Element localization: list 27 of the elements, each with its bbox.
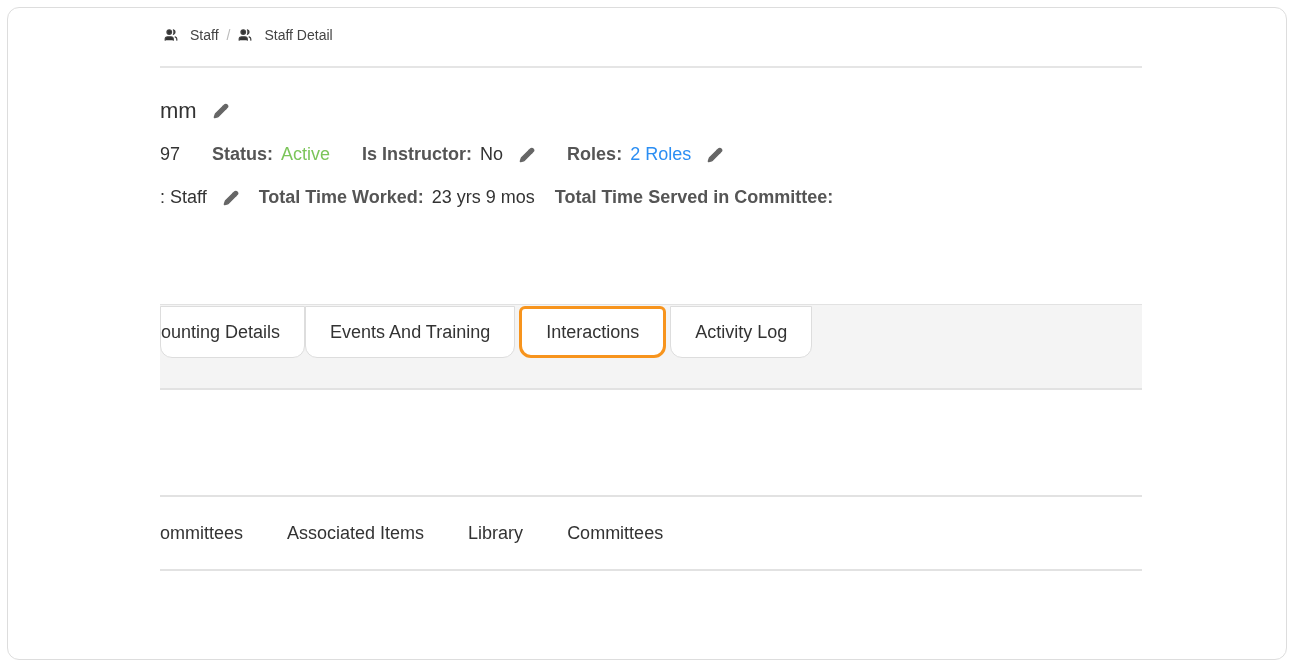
- field-label: Total Time Worked:: [258, 186, 424, 209]
- field-label: Roles:: [567, 143, 623, 166]
- users-icon: [238, 28, 253, 42]
- field-value: 23 yrs 9 mos: [431, 186, 535, 209]
- field-label: Status:: [212, 143, 274, 166]
- sub-tab[interactable]: ommittees: [160, 519, 244, 547]
- field-label: Is Instructor:: [362, 143, 473, 166]
- field-value: No: [480, 143, 504, 166]
- staff-name: mm: [160, 97, 197, 125]
- breadcrumb-link[interactable]: Staff: [190, 25, 219, 45]
- tab[interactable]: Events And Training: [305, 306, 516, 358]
- edit-icon[interactable]: [519, 146, 536, 163]
- edit-icon[interactable]: [222, 189, 239, 206]
- breadcrumb-current: Staff Detail: [264, 26, 333, 45]
- edit-icon[interactable]: [212, 102, 229, 119]
- tab[interactable]: Interactions: [519, 306, 667, 358]
- breadcrumb-separator: /: [226, 26, 231, 45]
- field-label: Total Time Served in Committee:: [554, 186, 834, 209]
- tab[interactable]: Activity Log: [670, 306, 813, 358]
- sub-tab[interactable]: Associated Items: [287, 519, 425, 547]
- users-icon: [164, 28, 178, 42]
- field-value: 97: [160, 143, 181, 166]
- tab[interactable]: ounting Details: [160, 306, 306, 358]
- edit-icon[interactable]: [707, 146, 724, 163]
- sub-tab[interactable]: Committees: [567, 519, 664, 547]
- sub-tab[interactable]: Library: [468, 519, 524, 547]
- field-value: : Staff: [160, 186, 207, 209]
